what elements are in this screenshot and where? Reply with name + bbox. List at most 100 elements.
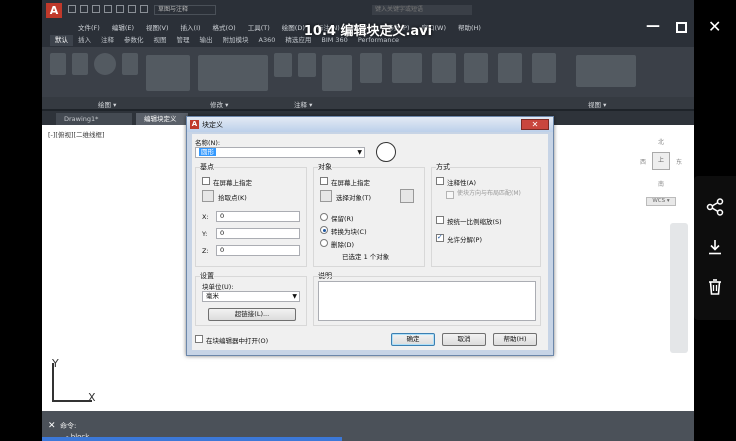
video-frame: A 草图与注释 键入关键字或短语 文件(F) 编辑(E) 视图(V) 插入(I)…	[42, 0, 694, 441]
utilities-icon[interactable]	[498, 53, 522, 83]
autocad-logo[interactable]: A	[46, 3, 62, 18]
basepoint-title: 基点	[200, 162, 214, 172]
panel-label-modify[interactable]: 修改 ▾	[210, 99, 228, 109]
pick-point-label[interactable]: 拾取点(K)	[218, 192, 247, 202]
redo-icon[interactable]	[140, 5, 148, 13]
doc-tab-drawing1[interactable]: Drawing1*	[56, 113, 132, 125]
chevron-down-icon[interactable]: ▼	[357, 148, 362, 157]
x-input[interactable]: 0	[216, 211, 300, 222]
player-side-panel	[694, 176, 736, 320]
dialog-close-button[interactable]: ✕	[521, 119, 549, 130]
pick-point-icon[interactable]	[202, 190, 214, 202]
panel-label-annotate[interactable]: 注释 ▾	[294, 99, 312, 109]
select-objects-icon[interactable]	[320, 190, 332, 202]
wcs-menu[interactable]: WCS ▾	[646, 197, 676, 206]
navigation-bar[interactable]	[670, 223, 688, 353]
video-progress-bar[interactable]	[42, 437, 342, 441]
autocad-dialog-icon: A	[190, 120, 199, 129]
doc-tab-edit-block[interactable]: 编辑块定义	[136, 113, 188, 125]
close-icon[interactable]: ✕	[708, 17, 721, 36]
name-label: 名称(N):	[195, 139, 221, 147]
view-tools[interactable]	[576, 55, 636, 87]
y-input[interactable]: 0	[216, 228, 300, 239]
modify-tools[interactable]	[198, 55, 268, 91]
objects-onscreen-checkbox[interactable]	[320, 177, 328, 185]
convert-to-block-radio[interactable]	[320, 226, 328, 234]
retain-radio[interactable]	[320, 213, 328, 221]
block-preview-icon	[376, 142, 396, 162]
dialog-title: 块定义	[202, 121, 223, 129]
objects-onscreen-label: 在屏幕上指定	[331, 179, 370, 187]
delete-icon[interactable]	[706, 278, 724, 296]
convert-to-block-label: 转换为块(C)	[331, 228, 367, 236]
objects-title: 对象	[318, 162, 332, 172]
retain-label: 保留(R)	[331, 215, 354, 223]
panel-label-view[interactable]: 视图 ▾	[588, 99, 606, 109]
text-tool-icon[interactable]	[274, 53, 292, 77]
minimize-icon[interactable]: —	[646, 18, 660, 34]
panel-label-draw[interactable]: 绘图 ▾	[98, 99, 116, 109]
plot-icon[interactable]	[116, 5, 124, 13]
circle-tool-icon[interactable]	[94, 53, 116, 75]
y-label: Y:	[202, 230, 208, 238]
viewcube-top-face[interactable]: 上	[652, 152, 670, 170]
polyline-tool-icon[interactable]	[72, 53, 88, 75]
selected-count: 已选定 1 个对象	[342, 253, 390, 261]
properties-icon[interactable]	[432, 53, 456, 83]
open-in-editor-label: 在块编辑器中打开(O)	[206, 337, 269, 345]
delete-radio[interactable]	[320, 239, 328, 247]
ucs-x-axis	[52, 400, 92, 402]
basepoint-onscreen-label: 在屏幕上指定	[213, 179, 252, 187]
viewcube[interactable]: 北 西 东 上 南 WCS ▾	[638, 135, 688, 206]
open-icon[interactable]	[80, 5, 88, 13]
dimension-tool-icon[interactable]	[298, 53, 316, 77]
z-label: Z:	[202, 247, 209, 255]
viewcube-east[interactable]: 东	[676, 157, 682, 166]
clipboard-icon[interactable]	[532, 53, 556, 83]
select-objects-label[interactable]: 选择对象(T)	[336, 192, 371, 202]
download-icon[interactable]	[706, 238, 724, 256]
share-icon[interactable]	[706, 198, 724, 216]
help-button[interactable]: 帮助(H)	[493, 333, 537, 346]
insert-block-icon[interactable]	[392, 53, 422, 83]
viewcube-south[interactable]: 南	[658, 179, 664, 188]
new-icon[interactable]	[68, 5, 76, 13]
annotative-checkbox[interactable]	[436, 177, 444, 185]
viewcube-north[interactable]: 北	[658, 137, 664, 146]
z-input[interactable]: 0	[216, 245, 300, 256]
viewcube-west[interactable]: 西	[640, 157, 646, 166]
annotation-small-tools[interactable]	[322, 55, 352, 91]
chevron-down-icon[interactable]: ▼	[292, 292, 297, 301]
description-textarea[interactable]	[318, 281, 536, 321]
ribbon-panel-labels: 绘图 ▾ 修改 ▾ 注释 ▾ 视图 ▾	[42, 97, 694, 109]
workspace-select[interactable]: 草图与注释	[154, 5, 216, 15]
open-in-editor-checkbox[interactable]	[195, 335, 203, 343]
name-combobox[interactable]: 圆形 ▼	[195, 147, 365, 158]
basepoint-onscreen-checkbox[interactable]	[202, 177, 210, 185]
groups-icon[interactable]	[464, 53, 488, 83]
command-close-icon[interactable]: ✕	[48, 421, 56, 431]
arc-tool-icon[interactable]	[122, 53, 138, 75]
block-unit-label: 块单位(U):	[202, 283, 234, 291]
cancel-button[interactable]: 取消	[442, 333, 486, 346]
match-orientation-checkbox[interactable]	[446, 191, 454, 199]
draw-small-tools[interactable]	[146, 55, 190, 91]
undo-icon[interactable]	[128, 5, 136, 13]
block-unit-select[interactable]: 毫米 ▼	[202, 291, 300, 302]
maximize-icon[interactable]	[676, 22, 687, 33]
allow-explode-checkbox[interactable]	[436, 233, 444, 242]
scale-uniformly-checkbox[interactable]	[436, 216, 444, 224]
quick-select-icon[interactable]	[400, 189, 414, 203]
viewport-label[interactable]: [-][俯视][二维线框]	[48, 129, 105, 139]
save-icon[interactable]	[92, 5, 100, 13]
saveas-icon[interactable]	[104, 5, 112, 13]
block-definition-dialog: A 块定义 ✕ 名称(N): 圆形 ▼ 基点 在屏幕上指定 拾取点(K) X: …	[186, 116, 554, 356]
dialog-titlebar[interactable]: A 块定义 ✕	[187, 117, 553, 132]
search-input[interactable]: 键入关键字或短语	[372, 5, 472, 15]
block-unit-value: 毫米	[206, 292, 219, 300]
hyperlink-button[interactable]: 超链接(L)...	[208, 308, 296, 321]
line-tool-icon[interactable]	[50, 53, 66, 75]
video-title: 10.4 编辑块定义.avi	[303, 24, 433, 39]
layers-icon[interactable]	[360, 53, 382, 83]
ok-button[interactable]: 确定	[391, 333, 435, 346]
